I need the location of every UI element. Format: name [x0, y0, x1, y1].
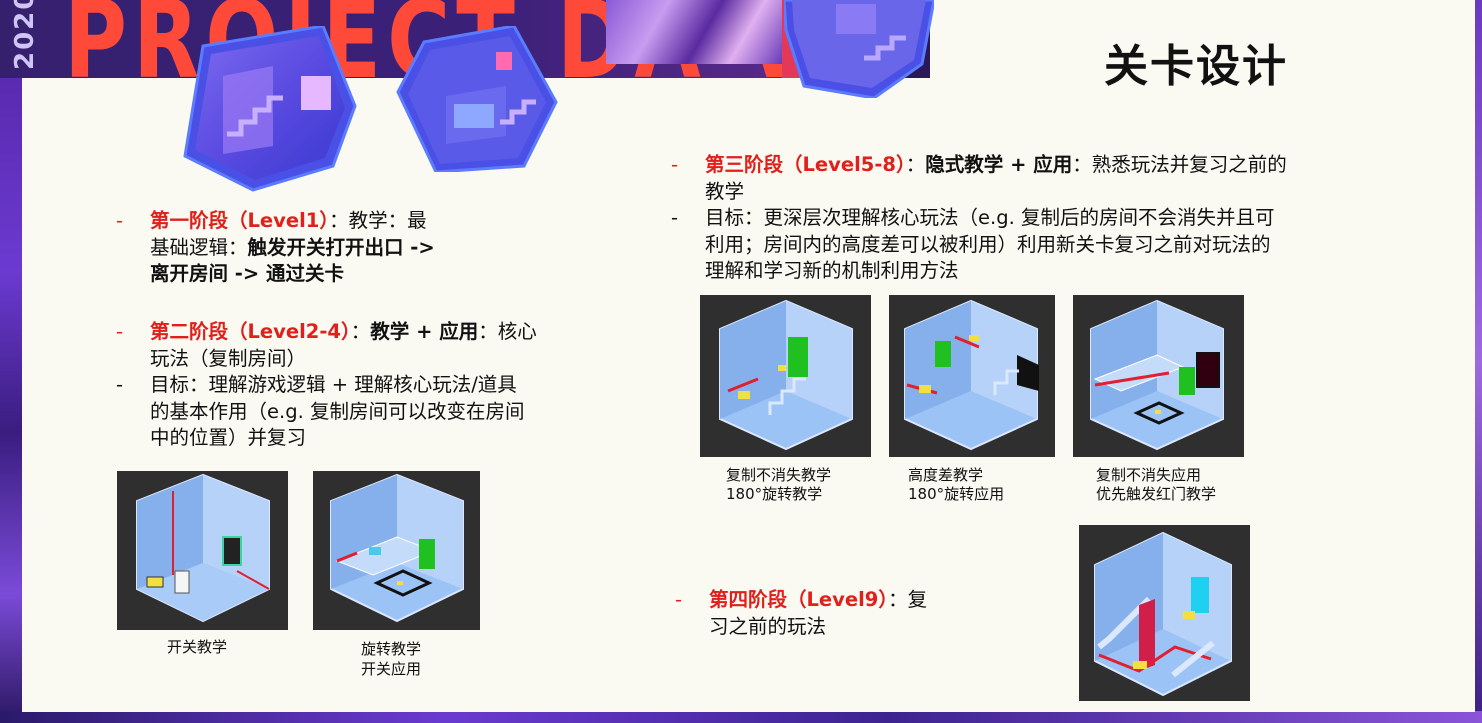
hex-room-icon-3	[784, 0, 934, 98]
caption-switch-apply: 开关应用	[361, 660, 422, 678]
bullet-dash: -	[671, 206, 679, 229]
stage2-text-b: 玩法（复制房间）	[150, 346, 307, 370]
hex-room-icon-1	[183, 26, 359, 192]
page-title: 关卡设计	[1104, 41, 1288, 92]
stage3-bold-a: 隐式教学 + 应用	[925, 153, 1073, 176]
stage3-text-a: ：熟悉玩法并复习之前的	[1072, 153, 1287, 176]
caption-height-teach: 高度差教学	[908, 466, 984, 484]
stage2-block: - 第二阶段（Level2-4）：教学 + 应用：核心 玩法（复制房间） - 目…	[116, 319, 616, 452]
stage3-text-b: 教学	[705, 179, 745, 203]
stage1-block: - 第一阶段（Level1）：教学：最 基础逻辑：触发开关打开出口 -> 离开房…	[116, 208, 596, 288]
caption-rot180-apply: 180°旋转应用	[908, 485, 1005, 503]
stage2-goal-line: 的基本作用（e.g. 复制房间可以改变在房间	[150, 399, 525, 423]
stage2-text-a: ：核心	[478, 320, 537, 343]
caption-rot180-teach: 180°旋转教学	[726, 485, 823, 503]
stage1-bold-b: 触发开关打开出口 ->	[247, 235, 435, 259]
bullet-dash: -	[116, 209, 124, 232]
bullet-dash: -	[671, 153, 679, 176]
stage3-goal-line: 理解和学习新的机制利用方法	[705, 259, 959, 282]
stage2-goal-bullet: - 目标：理解游戏逻辑 + 理解核心玩法/道具 的基本作用（e.g. 复制房间可…	[116, 372, 616, 452]
stage4-name: 第四阶段（Level9）	[709, 588, 889, 611]
stage1-text-a: 教学：最	[348, 209, 427, 232]
level-thumbnail-switch-teach	[117, 471, 288, 630]
stage1-separator: ：	[329, 209, 349, 232]
caption-switch-teach: 开关教学	[167, 638, 228, 656]
bullet-dash: -	[675, 588, 683, 611]
stage2-name: 第二阶段（Level2-4）	[150, 320, 351, 343]
stage4-text-b: 习之前的玩法	[709, 614, 827, 638]
banner-artwork	[606, 0, 782, 64]
stage3-goal-line: 利用；房间内的高度差可以被利用）利用新关卡复习之前对玩法的	[705, 232, 1271, 256]
stage3-goal-line: 目标：更深层次理解核心玩法（e.g. 复制后的房间不会消失并且可	[705, 206, 1275, 229]
caption-red-door-teach: 优先触发红门教学	[1096, 485, 1217, 503]
level-thumbnail-review	[1079, 525, 1250, 701]
stage4-block: - 第四阶段（Level9）：复 习之前的玩法	[675, 587, 975, 640]
stage2-bullet: - 第二阶段（Level2-4）：教学 + 应用：核心 玩法（复制房间）	[116, 319, 616, 372]
background-bottom-strip	[0, 711, 1482, 723]
stage4-separator: ：	[888, 588, 908, 611]
hex-room-icon-2	[396, 26, 558, 172]
bullet-dash: -	[116, 320, 124, 343]
stage3-goal-bullet: - 目标：更深层次理解核心玩法（e.g. 复制后的房间不会消失并且可 利用；房间…	[671, 205, 1391, 285]
stage1-bullet: - 第一阶段（Level1）：教学：最 基础逻辑：触发开关打开出口 -> 离开房…	[116, 208, 596, 288]
caption-rotate-teach: 旋转教学	[361, 640, 422, 658]
stage2-goal-line: 目标：理解游戏逻辑 + 理解核心玩法/道具	[150, 373, 517, 396]
stage2-bold-a: 教学 + 应用	[370, 320, 479, 343]
level-thumbnail-copy-teach	[700, 295, 871, 457]
stage1-name: 第一阶段（Level1）	[150, 209, 330, 232]
caption-copy-apply: 复制不消失应用	[1096, 466, 1202, 484]
background-left-strip	[0, 78, 24, 723]
stage1-bold-c: 离开房间 -> 通过关卡	[150, 262, 345, 285]
level-thumbnail-height-teach	[889, 295, 1055, 457]
level-thumbnail-copy-apply	[1073, 295, 1244, 457]
stage3-separator: ：	[905, 153, 926, 176]
stage4-text-a: 复	[907, 588, 928, 611]
bullet-dash: -	[116, 373, 124, 396]
stage3-block: - 第三阶段（Level5-8）：隐式教学 + 应用：熟悉玩法并复习之前的 教学…	[671, 152, 1391, 285]
stage2-separator: ：	[350, 320, 371, 343]
caption-copy-teach: 复制不消失教学	[726, 466, 832, 484]
stage4-bullet: - 第四阶段（Level9）：复 习之前的玩法	[675, 587, 975, 640]
stage3-name: 第三阶段（Level5-8）	[705, 153, 906, 176]
stage3-bullet: - 第三阶段（Level5-8）：隐式教学 + 应用：熟悉玩法并复习之前的 教学	[671, 152, 1391, 205]
stage1-text-b: 基础逻辑：	[150, 235, 248, 259]
banner-year: 2020	[10, 0, 40, 70]
stage2-goal-line: 中的位置）并复习	[150, 426, 307, 449]
level-thumbnail-rotate	[313, 471, 480, 630]
